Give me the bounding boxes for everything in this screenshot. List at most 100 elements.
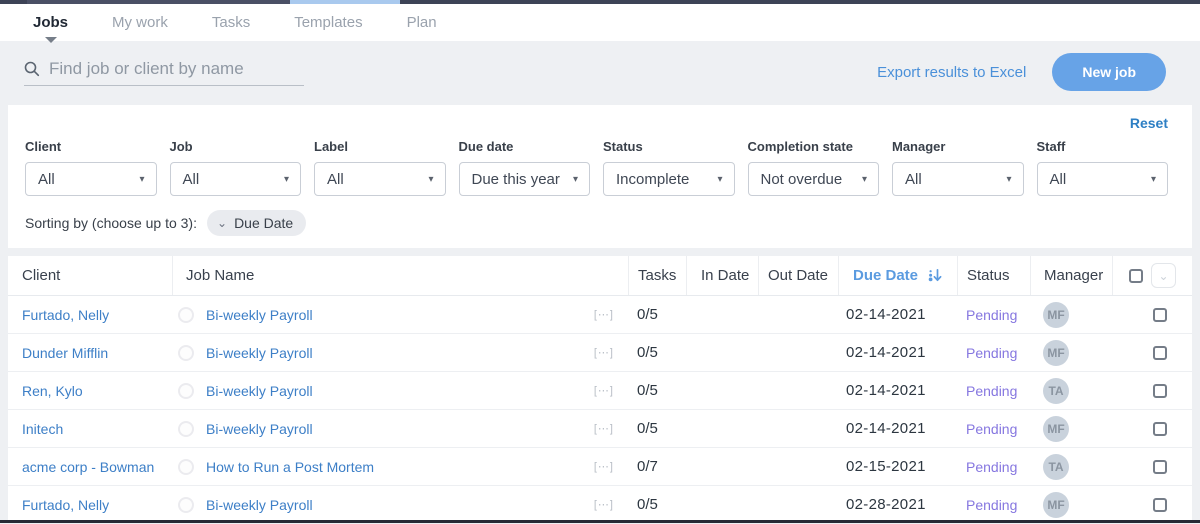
manager-avatar[interactable]: TA [1043,453,1069,480]
manager-avatar[interactable]: MF [1043,415,1069,442]
search-field-wrapper [24,58,304,86]
manager-avatar[interactable]: MF [1043,491,1069,518]
manager-avatar[interactable]: MF [1043,301,1069,328]
column-header-status[interactable]: Status [957,256,1030,295]
chevron-down-icon: ▾ [428,173,434,185]
top-strip-highlight-segment [290,0,400,4]
bulk-actions-dropdown-button[interactable]: ⌄ [1151,263,1176,288]
filter-manager-select[interactable]: All ▾ [892,162,1024,196]
due-date: 02-14-2021 [846,344,926,361]
table-row: acme corp - Bowman How to Run a Post Mor… [8,448,1192,486]
table-row: Ren, Kylo Bi-weekly Payroll [⋯] 0/5 02-1… [8,372,1192,410]
tab-my-work[interactable]: My work [112,14,168,31]
tab-templates[interactable]: Templates [294,14,362,31]
tasks-count: 0/5 [637,420,658,437]
active-tab-notch [44,37,57,43]
comments-icon[interactable]: [⋯] [594,308,614,321]
new-job-button[interactable]: New job [1052,53,1166,91]
row-checkbox[interactable] [1153,497,1167,512]
job-status-circle[interactable] [178,420,194,437]
filter-panel: Reset Client All ▾ Job All ▾ Label All ▾… [8,105,1192,248]
column-header-out-date[interactable]: Out Date [758,256,838,295]
sort-chip-due-date[interactable]: ⌄ Due Date [207,210,307,236]
table-header-row: Client Job Name Tasks In Date Out Date D… [8,256,1192,296]
job-status-circle[interactable] [178,306,194,323]
column-header-client[interactable]: Client [8,256,172,295]
chevron-down-icon: ▾ [572,173,578,185]
client-link[interactable]: Initech [22,421,63,437]
filter-manager-value: All [905,170,922,188]
status-badge: Pending [966,420,1018,437]
chevron-down-icon: ⌄ [1158,268,1169,283]
select-all-checkbox[interactable] [1129,268,1143,283]
filter-due-date-select[interactable]: Due this year ▾ [458,162,590,196]
job-status-circle[interactable] [178,382,194,399]
column-header-manager[interactable]: Manager [1030,256,1112,295]
tasks-count: 0/5 [637,306,658,323]
filter-due-date-value: Due this year [471,170,560,188]
job-name-link[interactable]: Bi-weekly Payroll [206,497,313,513]
tasks-count: 0/5 [637,344,658,361]
row-checkbox[interactable] [1153,345,1167,360]
job-status-circle[interactable] [178,344,194,361]
status-badge: Pending [966,382,1018,399]
column-header-job-name[interactable]: Job Name [172,256,628,295]
column-header-in-date[interactable]: In Date [686,256,758,295]
job-name-link[interactable]: Bi-weekly Payroll [206,383,313,399]
export-to-excel-link[interactable]: Export results to Excel [877,64,1026,81]
filter-client: Client All ▾ [25,139,157,196]
manager-avatar[interactable]: TA [1043,377,1069,404]
table-row: Dunder Mifflin Bi-weekly Payroll [⋯] 0/5… [8,334,1192,372]
filter-label-select[interactable]: All ▾ [314,162,446,196]
filter-client-value: All [38,170,55,188]
comments-icon[interactable]: [⋯] [594,460,614,473]
client-link[interactable]: Ren, Kylo [22,383,83,399]
client-link[interactable]: Furtado, Nelly [22,497,109,513]
filter-due-date: Due date Due this year ▾ [458,139,590,196]
tab-tasks[interactable]: Tasks [212,14,250,31]
comments-icon[interactable]: [⋯] [594,346,614,359]
column-header-tasks[interactable]: Tasks [628,256,686,295]
filter-client-label: Client [25,139,62,154]
comments-icon[interactable]: [⋯] [594,384,614,397]
comments-icon[interactable]: [⋯] [594,422,614,435]
job-name-link[interactable]: Bi-weekly Payroll [206,345,313,361]
filter-staff-select[interactable]: All ▾ [1036,162,1168,196]
filter-completion-state: Completion state Not overdue ▾ [747,139,879,196]
status-badge: Pending [966,306,1018,323]
status-badge: Pending [966,344,1018,361]
chevron-down-icon: ▾ [283,173,289,185]
tab-plan[interactable]: Plan [407,14,437,31]
filter-status-select[interactable]: Incomplete ▾ [603,162,735,196]
row-checkbox[interactable] [1153,383,1167,398]
tab-jobs[interactable]: Jobs [33,14,68,43]
filter-job-select[interactable]: All ▾ [169,162,301,196]
chevron-down-icon: ▾ [1006,173,1012,185]
client-link[interactable]: acme corp - Bowman [22,459,154,475]
row-checkbox[interactable] [1153,459,1167,474]
search-input[interactable] [49,58,304,79]
filter-label-value: All [327,170,344,188]
client-link[interactable]: Furtado, Nelly [22,307,109,323]
filter-staff-label: Staff [1036,139,1066,154]
job-status-circle[interactable] [178,458,194,475]
tasks-count: 0/7 [637,458,658,475]
filter-completion-state-select[interactable]: Not overdue ▾ [747,162,879,196]
column-header-due-date[interactable]: Due Date [838,256,957,295]
reset-filters-link[interactable]: Reset [1130,115,1168,131]
client-link[interactable]: Dunder Mifflin [22,345,108,361]
comments-icon[interactable]: [⋯] [594,498,614,511]
job-name-link[interactable]: Bi-weekly Payroll [206,421,313,437]
job-name-link[interactable]: How to Run a Post Mortem [206,459,374,475]
toolbar: Export results to Excel New job [0,41,1200,103]
manager-avatar[interactable]: MF [1043,339,1069,366]
filter-due-date-label: Due date [458,139,514,154]
filter-client-select[interactable]: All ▾ [25,162,157,196]
job-name-link[interactable]: Bi-weekly Payroll [206,307,313,323]
row-checkbox[interactable] [1153,421,1167,436]
row-checkbox[interactable] [1153,307,1167,322]
job-status-circle[interactable] [178,496,194,513]
filter-label: Label All ▾ [314,139,446,196]
filter-job: Job All ▾ [169,139,301,196]
tasks-count: 0/5 [637,382,658,399]
